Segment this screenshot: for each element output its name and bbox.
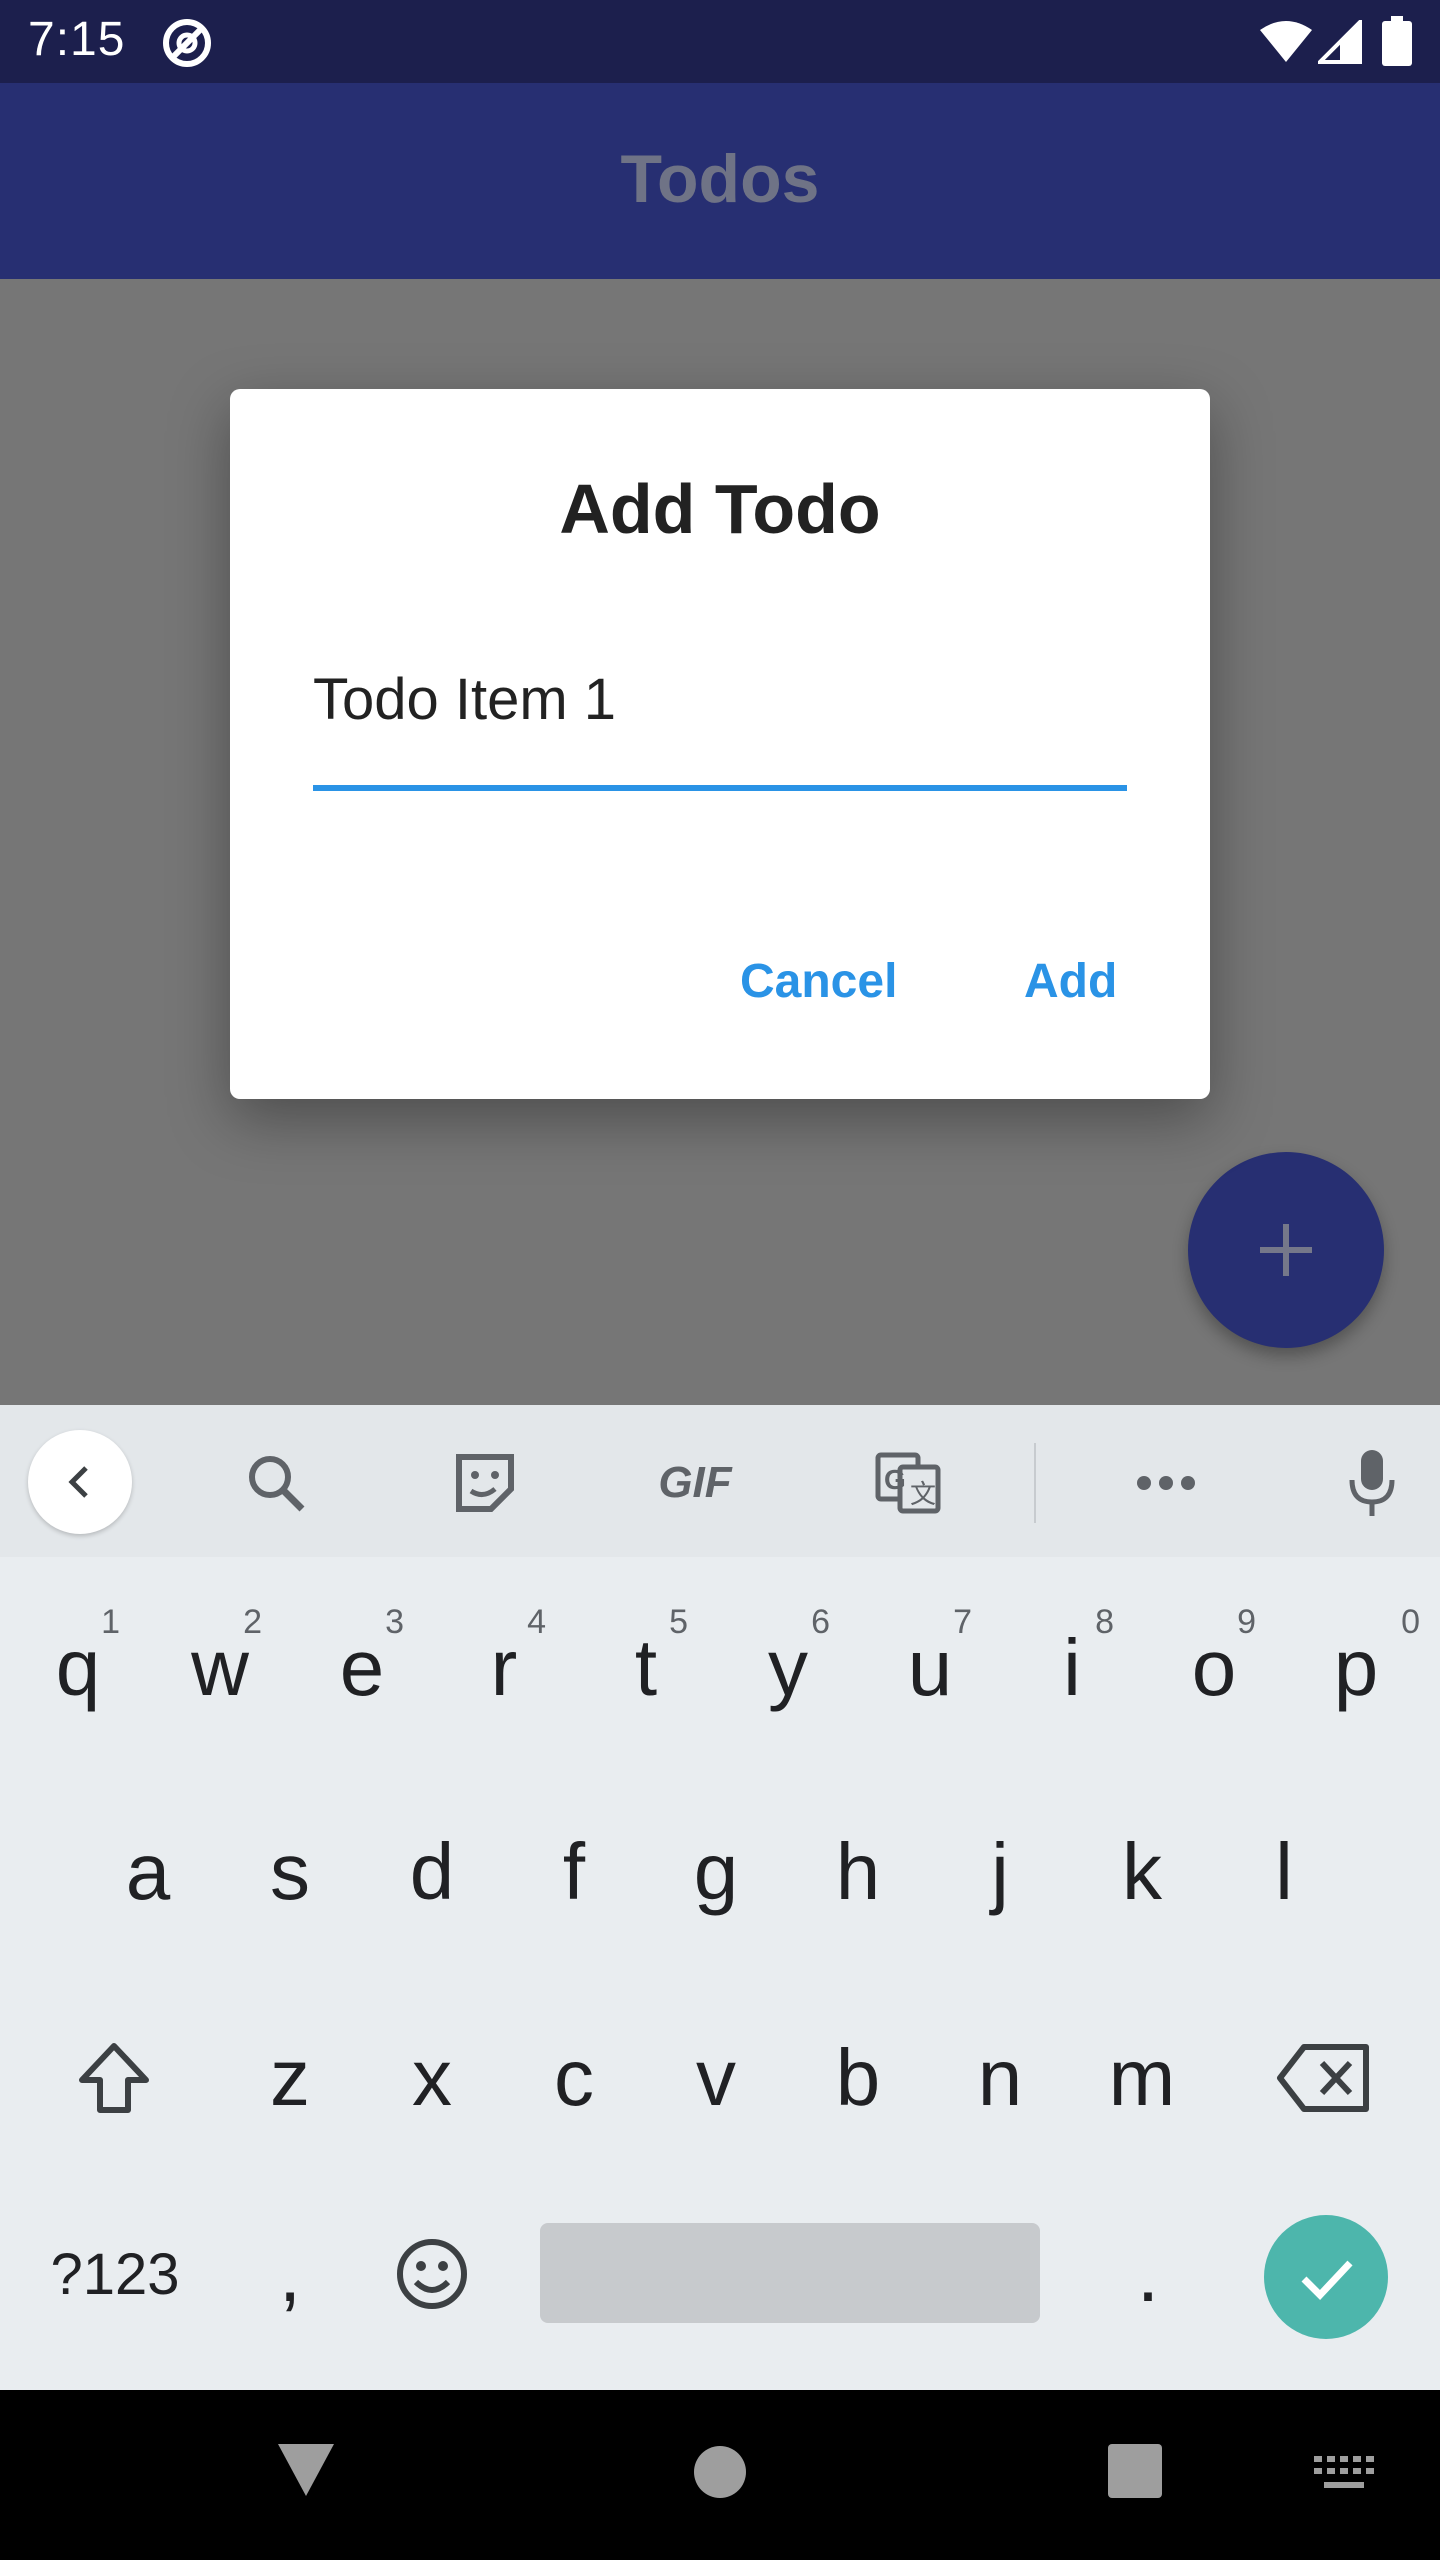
key-i[interactable]: i8 [1002, 1593, 1142, 1743]
key-f[interactable]: f [504, 1797, 644, 1947]
key-k[interactable]: k [1072, 1797, 1212, 1947]
more-icon[interactable] [1126, 1443, 1206, 1523]
status-bar: 7:15 [0, 0, 1440, 83]
toolbar-divider [1034, 1443, 1036, 1523]
symbols-key[interactable]: ?123 [20, 2199, 210, 2349]
app-title: Todos [620, 141, 820, 217]
key-j[interactable]: j [930, 1797, 1070, 1947]
key-q[interactable]: q1 [8, 1593, 148, 1743]
key-t[interactable]: t5 [576, 1593, 716, 1743]
navigation-bar [0, 2390, 1440, 2560]
home-nav-icon[interactable] [692, 2444, 748, 2500]
key-l[interactable]: l [1214, 1797, 1354, 1947]
check-icon [1301, 2260, 1353, 2301]
plus-icon [1260, 1224, 1312, 1276]
key-g[interactable]: g [646, 1797, 786, 1947]
todo-input[interactable] [313, 654, 1127, 744]
cancel-button[interactable]: Cancel [740, 954, 897, 1009]
key-v[interactable]: v [646, 2003, 786, 2153]
back-icon[interactable] [28, 1430, 132, 1534]
sticker-icon[interactable] [445, 1443, 525, 1523]
key-b[interactable]: b [788, 2003, 928, 2153]
space-key[interactable] [540, 2223, 1040, 2323]
key-a[interactable]: a [78, 1797, 218, 1947]
key-x[interactable]: x [362, 2003, 502, 2153]
app-notification-icon [163, 19, 211, 67]
status-time: 7:15 [28, 13, 126, 66]
key-m[interactable]: m [1072, 2003, 1212, 2153]
keyboard-toolbar: GIF G文 [0, 1405, 1440, 1557]
svg-text:G: G [884, 1464, 906, 1495]
gif-icon[interactable]: GIF [650, 1443, 740, 1523]
key-u[interactable]: u7 [860, 1593, 1000, 1743]
shift-icon [79, 2043, 149, 2113]
cell-signal-icon [1318, 20, 1362, 64]
input-underline [313, 785, 1127, 791]
period-key[interactable]: . [1078, 2199, 1218, 2349]
dialog-title: Add Todo [559, 470, 881, 548]
emoji-key[interactable] [362, 2199, 502, 2349]
add-todo-fab[interactable] [1188, 1152, 1384, 1348]
key-n[interactable]: n [930, 2003, 1070, 2153]
shift-key[interactable] [44, 2003, 184, 2153]
keyboard: GIF G文 q1 w2 e3 r4 t5 y6 u7 i8 o9 p0 a s… [0, 1405, 1440, 2390]
key-o[interactable]: o9 [1144, 1593, 1284, 1743]
search-icon[interactable] [236, 1443, 316, 1523]
recents-nav-icon[interactable] [1108, 2444, 1162, 2498]
translate-icon[interactable]: G文 [868, 1443, 948, 1523]
backspace-key[interactable] [1254, 2003, 1394, 2153]
backspace-icon [1277, 2044, 1369, 2112]
key-p[interactable]: p0 [1286, 1593, 1426, 1743]
battery-icon [1382, 16, 1412, 66]
add-todo-dialog: Add Todo Cancel Add [230, 389, 1210, 1099]
key-e[interactable]: e3 [292, 1593, 432, 1743]
key-c[interactable]: c [504, 2003, 644, 2153]
mic-icon[interactable] [1332, 1443, 1412, 1523]
keyboard-switch-icon[interactable] [1314, 2456, 1374, 2490]
svg-text:文: 文 [910, 1479, 936, 1509]
key-w[interactable]: w2 [150, 1593, 290, 1743]
key-d[interactable]: d [362, 1797, 502, 1947]
key-r[interactable]: r4 [434, 1593, 574, 1743]
wifi-icon [1260, 21, 1312, 62]
enter-key[interactable] [1264, 2215, 1388, 2339]
key-z[interactable]: z [220, 2003, 360, 2153]
emoji-icon [397, 2239, 467, 2309]
key-s[interactable]: s [220, 1797, 360, 1947]
key-y[interactable]: y6 [718, 1593, 858, 1743]
comma-key[interactable]: , [220, 2199, 360, 2349]
key-h[interactable]: h [788, 1797, 928, 1947]
back-nav-icon[interactable] [276, 2442, 336, 2498]
add-button[interactable]: Add [1024, 954, 1117, 1009]
